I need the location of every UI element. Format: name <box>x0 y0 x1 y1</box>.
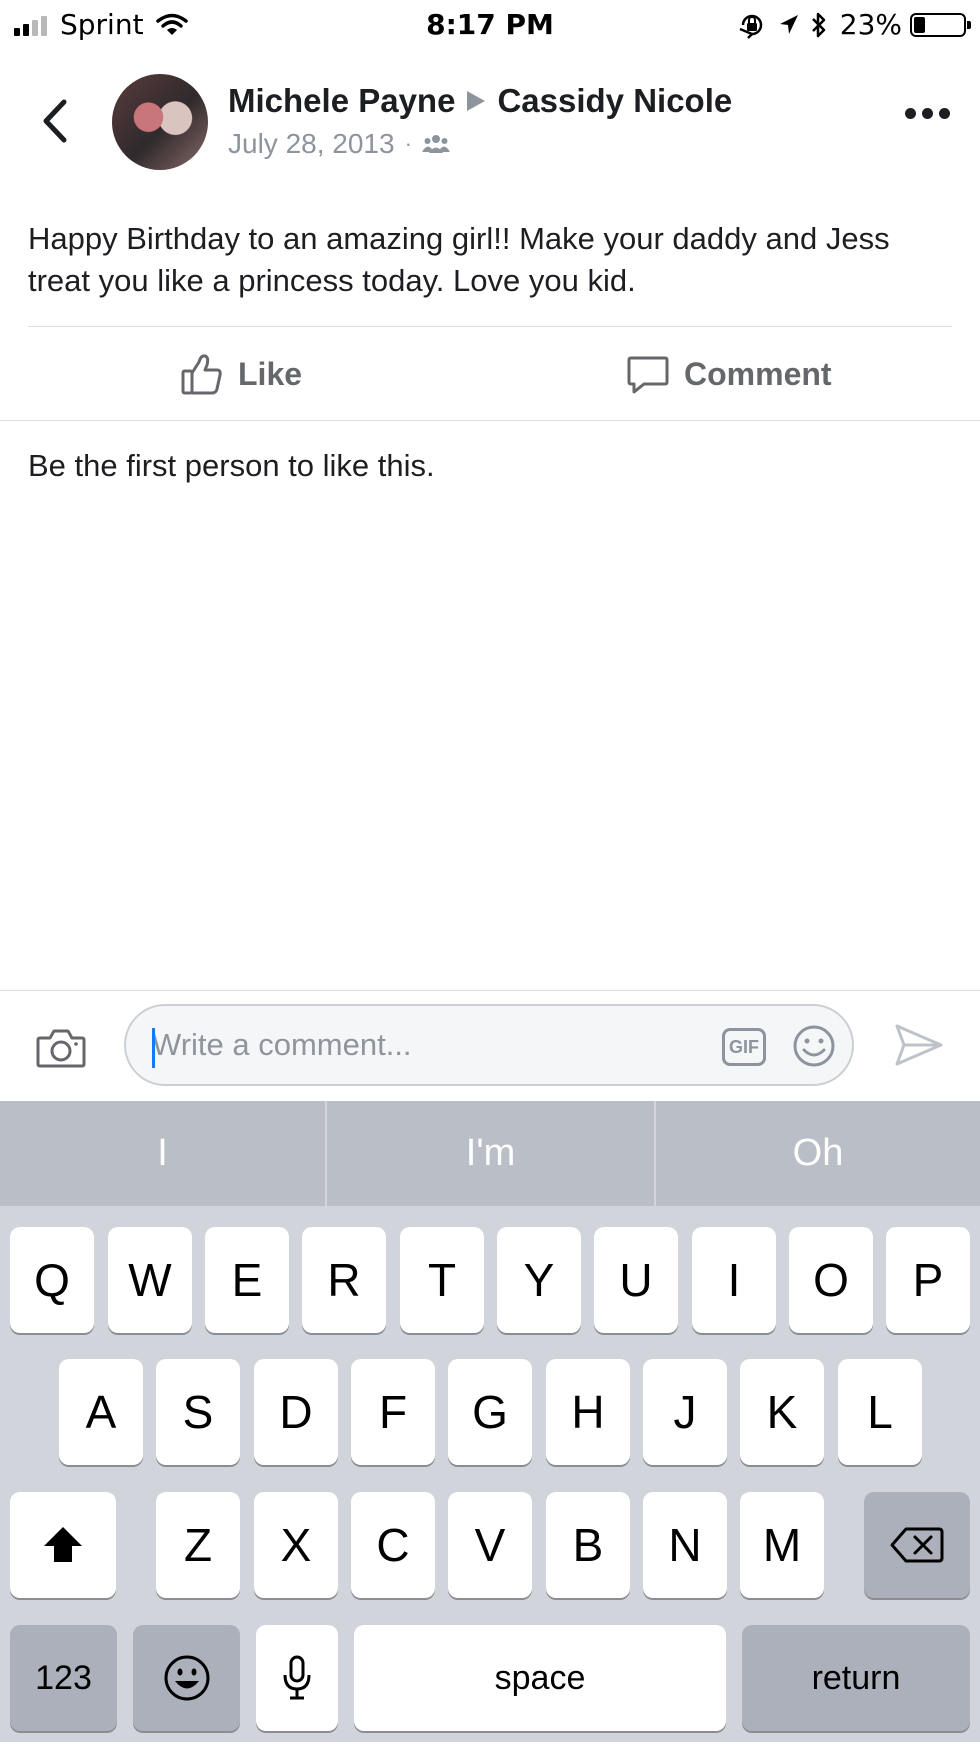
key-a[interactable]: A <box>59 1359 143 1465</box>
battery-level <box>914 16 925 33</box>
key-k[interactable]: K <box>740 1359 824 1465</box>
text-cursor <box>152 1028 155 1068</box>
status-right: 23% <box>738 8 971 41</box>
key-j[interactable]: J <box>643 1359 727 1465</box>
key-l[interactable]: L <box>838 1359 922 1465</box>
key-e[interactable]: E <box>205 1227 289 1333</box>
battery-percent: 23% <box>839 8 902 41</box>
prediction-item[interactable]: I'm <box>327 1101 654 1206</box>
comment-bubble-icon <box>627 356 669 394</box>
back-chevron-icon[interactable] <box>36 96 76 146</box>
status-bar: Sprint 8:17 PM 23% <box>0 0 980 50</box>
backspace-icon <box>890 1527 944 1563</box>
key-p[interactable]: P <box>886 1227 970 1333</box>
key-w[interactable]: W <box>108 1227 192 1333</box>
comment-label: Comment <box>684 355 832 392</box>
numbers-key[interactable]: 123 <box>10 1625 117 1731</box>
key-t[interactable]: T <box>400 1227 484 1333</box>
key-m[interactable]: M <box>740 1492 824 1598</box>
space-key[interactable]: space <box>354 1625 726 1731</box>
author-name[interactable]: Michele Payne <box>228 82 455 120</box>
key-u[interactable]: U <box>594 1227 678 1333</box>
key-q[interactable]: Q <box>10 1227 94 1333</box>
prediction-item[interactable]: Oh <box>656 1101 980 1206</box>
shift-arrow-icon <box>44 1527 82 1562</box>
key-f[interactable]: F <box>351 1359 435 1465</box>
like-button[interactable]: Like <box>180 328 302 420</box>
divider <box>0 990 980 991</box>
prediction-item[interactable]: I <box>0 1101 325 1206</box>
divider <box>28 326 952 327</box>
comment-input-box[interactable]: GIF <box>124 1004 854 1086</box>
comment-input[interactable] <box>152 1006 692 1084</box>
return-key[interactable]: return <box>742 1625 970 1731</box>
emoji-icon <box>164 1655 209 1701</box>
avatar[interactable] <box>112 74 208 170</box>
key-v[interactable]: V <box>448 1492 532 1598</box>
more-options-icon[interactable] <box>905 108 950 119</box>
divider <box>0 420 980 421</box>
emoji-icon[interactable] <box>792 1024 836 1068</box>
key-b[interactable]: B <box>546 1492 630 1598</box>
emoji-key[interactable] <box>133 1625 240 1731</box>
location-icon <box>779 14 798 34</box>
key-r[interactable]: R <box>302 1227 386 1333</box>
dictation-key[interactable] <box>256 1625 338 1731</box>
key-z[interactable]: Z <box>156 1492 240 1598</box>
battery-icon <box>910 12 971 37</box>
camera-icon[interactable] <box>36 1026 86 1070</box>
shift-key[interactable] <box>10 1492 116 1598</box>
delete-key[interactable] <box>864 1492 970 1598</box>
key-g[interactable]: G <box>448 1359 532 1465</box>
key-n[interactable]: N <box>643 1492 727 1598</box>
meta-separator: · <box>404 131 412 156</box>
thumbs-up-icon <box>181 354 222 395</box>
microphone-icon <box>283 1655 311 1700</box>
friends-icon <box>421 135 450 153</box>
like-label: Like <box>238 355 303 392</box>
key-s[interactable]: S <box>156 1359 240 1465</box>
key-h[interactable]: H <box>546 1359 630 1465</box>
post-text: Happy Birthday to an amazing girl!! Make… <box>28 221 890 298</box>
recipient-name[interactable]: Cassidy Nicole <box>497 82 732 120</box>
orientation-lock-icon <box>739 14 762 39</box>
post-date[interactable]: July 28, 2013 <box>228 128 395 160</box>
prediction-bar: I I'm Oh <box>0 1101 980 1206</box>
key-o[interactable]: O <box>789 1227 873 1333</box>
post-meta: July 28, 2013 · <box>228 128 450 160</box>
key-d[interactable]: D <box>254 1359 338 1465</box>
post-actions: Like Comment <box>0 328 980 420</box>
key-x[interactable]: X <box>254 1492 338 1598</box>
post-header-names: Michele Payne Cassidy Nicole <box>228 82 732 120</box>
gif-icon[interactable]: GIF <box>722 1028 766 1066</box>
key-y[interactable]: Y <box>497 1227 581 1333</box>
keyboard: I I'm Oh Q W E R T Y U I O P A S D F G H… <box>0 1101 980 1742</box>
triangle-arrow-icon <box>467 91 486 111</box>
key-c[interactable]: C <box>351 1492 435 1598</box>
comment-button[interactable]: Comment <box>626 328 832 420</box>
reactions-summary: Be the first person to like this. <box>28 448 435 483</box>
key-i[interactable]: I <box>692 1227 776 1333</box>
bluetooth-icon <box>811 12 826 37</box>
send-icon[interactable] <box>894 1022 944 1068</box>
